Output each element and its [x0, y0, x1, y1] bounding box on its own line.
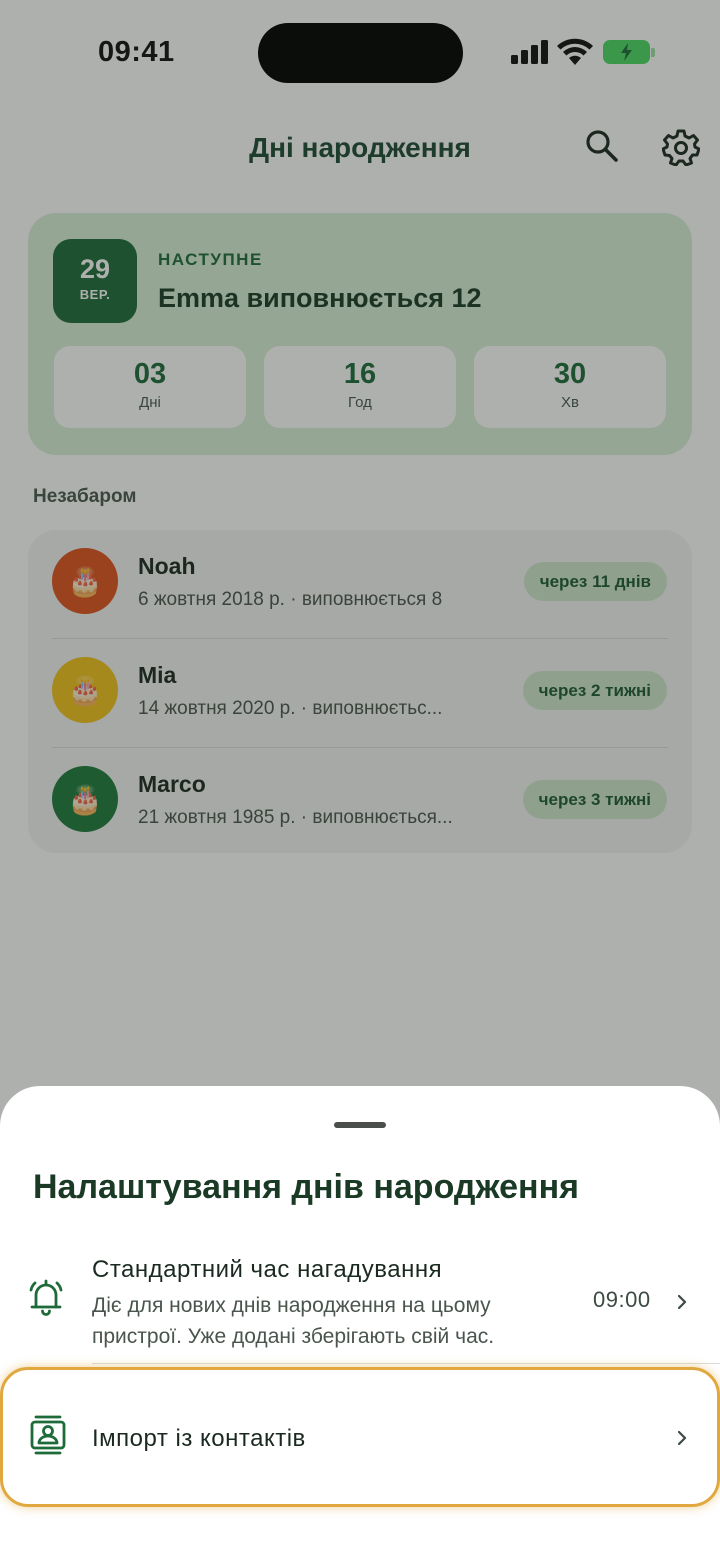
chevron-right-icon [677, 1294, 687, 1310]
sheet-title: Налаштування днів народження [33, 1168, 579, 1206]
contacts-icon [30, 1415, 66, 1455]
reminder-time-value: 09:00 [593, 1287, 651, 1312]
import-label: Імпорт із контактів [92, 1425, 306, 1452]
bell-icon [29, 1279, 63, 1316]
reminder-description: Діє для нових днів народження на цьому п… [92, 1294, 495, 1348]
reminder-label: Стандартний час нагадування [92, 1256, 443, 1283]
settings-bottom-sheet: Налаштування днів народження Стандартний… [0, 1086, 720, 1564]
import-from-contacts-row[interactable]: Імпорт із контактів [0, 1367, 720, 1507]
default-reminder-time-row[interactable]: Стандартний час нагадування Діє для нови… [0, 1248, 720, 1364]
row-divider [92, 1363, 720, 1364]
sheet-drag-handle[interactable] [334, 1122, 386, 1128]
chevron-right-icon [677, 1430, 687, 1446]
